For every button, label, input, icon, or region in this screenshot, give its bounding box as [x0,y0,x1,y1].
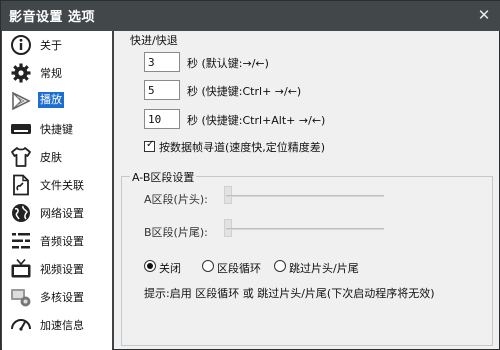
playback-settings-panel: 快进/快退 秒 (默认键:→/←) 秒 (快捷键:Ctrl+ →/←) 秒 (快… [114,31,499,349]
seek-step-ctrl-label: 秒 (快捷键:Ctrl+ →/←) [187,85,302,98]
radio-off-label: 关闭 [159,262,181,275]
seek-step-label: 秒 (默认键:→/←) [187,57,269,70]
a-section-label: A区段(片头): [144,193,208,206]
settings-window: 影音设置 选项 ✕ 关于 常规 播放 快捷键 皮肤 文件关联 网络设置 音频设置… [0,0,500,350]
sidebar-item-skin[interactable]: 皮肤 [2,143,112,171]
sidebar-item-label: 皮肤 [40,151,62,164]
seek-step-ctrl-input[interactable] [144,80,180,100]
gear-icon [10,62,32,84]
radio-skip-intro-outro-label: 跳过片头/片尾 [289,262,359,275]
sidebar-item-label: 加速信息 [40,319,84,332]
close-button[interactable]: ✕ [473,5,495,25]
audio-icon [10,230,32,252]
sidebar-item-label: 网络设置 [40,207,84,220]
sidebar-item-hotkeys[interactable]: 快捷键 [2,115,112,143]
speedometer-icon [10,314,32,336]
seek-step-ctrl-alt-input[interactable] [144,109,180,129]
multicore-icon [10,286,32,308]
tv-icon [10,258,32,280]
sidebar-item-network[interactable]: 网络设置 [2,199,112,227]
sidebar-item-label: 常规 [40,67,62,80]
ab-section-title: A-B区段设置 [130,169,197,185]
radio-section-loop-label: 区段循环 [217,262,261,275]
sidebar-item-label: 快捷键 [40,123,73,136]
seek-step-ctrl-alt-label: 秒 (快捷键:Ctrl+Alt+ →/←) [187,114,326,127]
a-section-slider[interactable] [226,195,384,197]
keyframe-seek-label: 按数据帧寻道(速度快,定位精度差) [159,141,326,154]
info-icon [10,34,32,56]
sidebar-item-label: 播放 [38,92,64,108]
sidebar-item-label: 多核设置 [40,291,84,304]
sidebar-item-label: 音频设置 [40,235,84,248]
radio-selected-dot [147,263,153,269]
keyboard-icon [10,118,32,140]
sidebar-item-label: 关于 [40,39,62,52]
radio-section-loop[interactable] [202,260,214,272]
sidebar-item-playback[interactable]: 播放 [2,87,112,115]
radio-skip-intro-outro[interactable] [274,260,286,272]
seek-group-title: 快进/快退 [130,34,178,47]
sidebar-item-file-association[interactable]: 文件关联 [2,171,112,199]
ab-section-hint: 提示:启用 区段循环 或 跳过片头/片尾(下次启动程序将无效) [144,287,435,300]
sidebar-item-label: 视频设置 [40,263,84,276]
sidebar-item-audio[interactable]: 音频设置 [2,227,112,255]
sidebar: 关于 常规 播放 快捷键 皮肤 文件关联 网络设置 音频设置 视频设置 多核设置… [2,31,112,350]
sidebar-item-acceleration-info[interactable]: 加速信息 [2,311,112,339]
sidebar-item-about[interactable]: 关于 [2,31,112,59]
keyframe-seek-checkbox[interactable]: ✓ [144,139,155,152]
check-mark-icon: ✓ [146,139,155,150]
globe-icon [10,202,32,224]
seek-step-input[interactable] [144,52,180,72]
sidebar-item-general[interactable]: 常规 [2,59,112,87]
b-section-slider[interactable] [226,228,384,230]
file-association-icon [10,174,32,196]
radio-off[interactable] [144,260,156,272]
b-section-label: B区段(片尾): [144,226,208,239]
sidebar-item-label: 文件关联 [40,179,84,192]
window-title: 影音设置 选项 [9,10,96,25]
title-bar: 影音设置 选项 ✕ [1,1,500,31]
sidebar-item-multicore[interactable]: 多核设置 [2,283,112,311]
shirt-icon [10,146,32,168]
play-icon [10,90,32,112]
sidebar-item-video[interactable]: 视频设置 [2,255,112,283]
